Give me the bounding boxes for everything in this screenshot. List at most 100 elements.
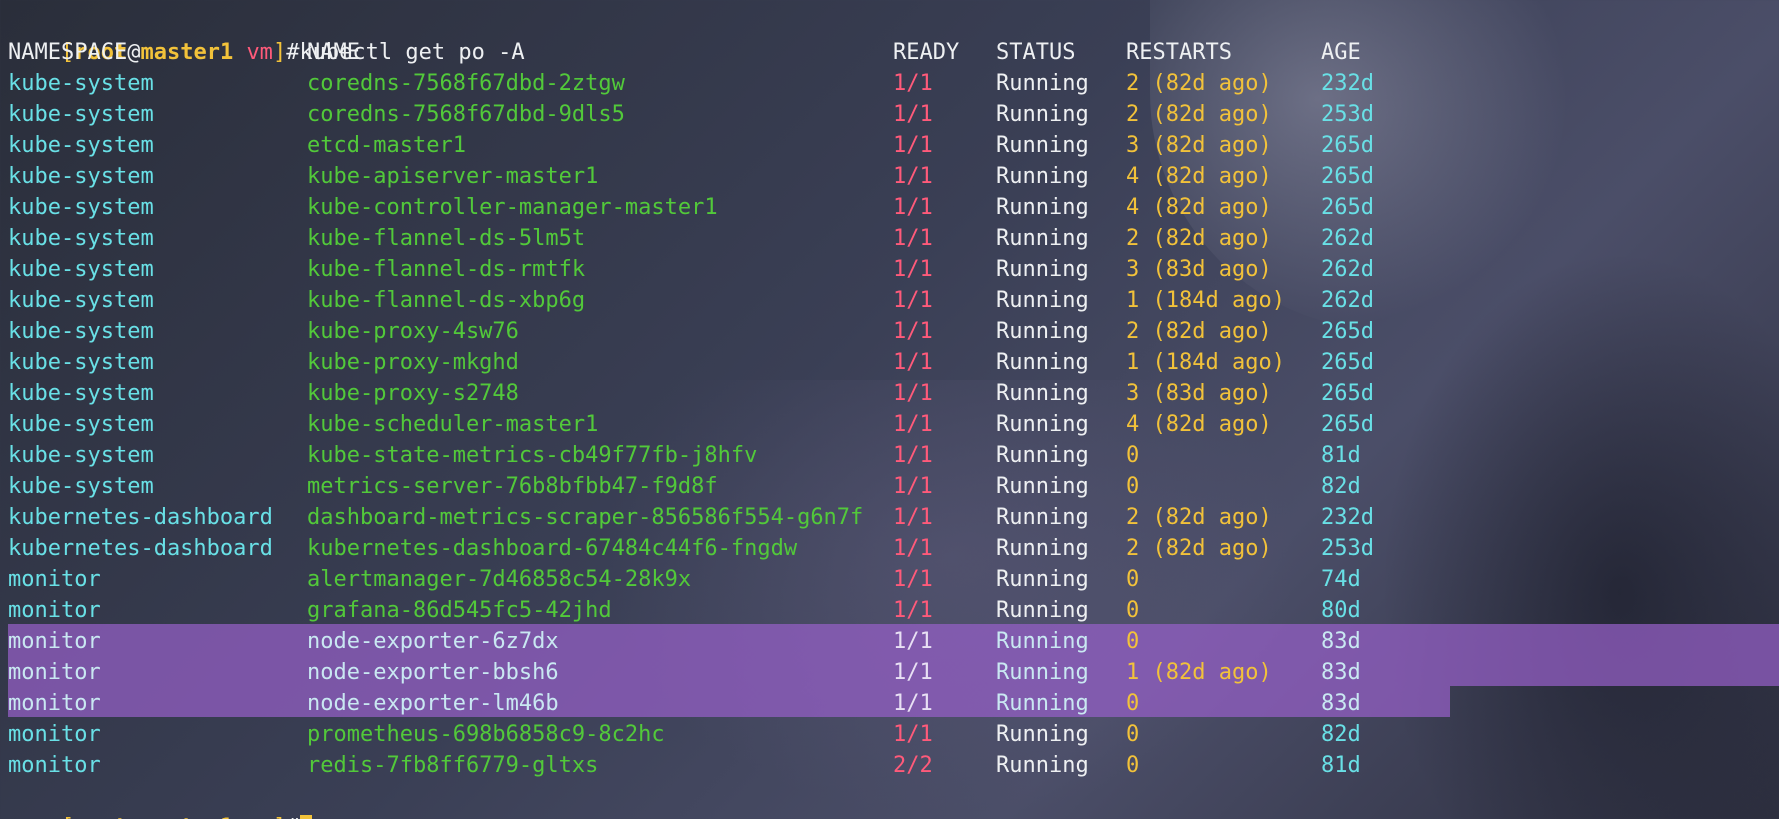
table-row: monitor alertmanager-7d46858c54-28k9x 1/1 R… [8, 564, 1768, 595]
pod-restarts: 3 (82d ago) [1126, 133, 1272, 158]
table-row: kube-system kube-scheduler-master1 1/1 Runn… [8, 409, 1768, 440]
table-row: kube-system kube-controller-manager-maste… [8, 192, 1768, 223]
prompt-close-bracket: ] [273, 815, 286, 819]
pod-status: Running [996, 288, 1089, 313]
header-status: STATUS [996, 40, 1076, 65]
pod-restarts: 4 (82d ago) [1126, 195, 1272, 220]
table-row: kube-system kube-proxy-s2748 1/1 Running 3 (… [8, 378, 1768, 409]
pod-ready: 1/1 [893, 381, 933, 406]
pod-restarts: 0 [1126, 443, 1140, 468]
pod-namespace: kube-system [8, 350, 154, 375]
header-name: NAME [307, 40, 360, 65]
pod-namespace: monitor [8, 598, 101, 623]
pod-ready: 1/1 [893, 691, 933, 716]
pod-namespace: kube-system [8, 412, 154, 437]
pod-namespace: monitor [8, 722, 101, 747]
pod-name: kube-controller-manager-master1 [307, 195, 718, 220]
pod-name: kube-state-metrics-cb49f77fb-j8hfv [307, 443, 758, 468]
pod-restarts: 1 (82d ago) [1126, 660, 1272, 685]
pod-status: Running [996, 536, 1089, 561]
pod-restarts: 1 (184d ago) [1126, 288, 1285, 313]
pod-name: alertmanager-7d46858c54-28k9x [307, 567, 692, 592]
pod-age: 74d [1321, 567, 1361, 592]
pod-restarts: 2 (82d ago) [1126, 536, 1272, 561]
pod-name: prometheus-698b6858c9-8c2hc [307, 722, 665, 747]
pod-age: 80d [1321, 598, 1361, 623]
pod-status: Running [996, 195, 1089, 220]
prompt-user: root [74, 815, 127, 819]
pod-restarts: 0 [1126, 567, 1140, 592]
pod-status: Running [996, 474, 1089, 499]
pod-status: Running [996, 164, 1089, 189]
pod-ready: 1/1 [893, 226, 933, 251]
prompt-at: @ [127, 815, 140, 819]
pod-age: 82d [1321, 722, 1361, 747]
pod-restarts: 0 [1126, 474, 1140, 499]
pod-status: Running [996, 133, 1089, 158]
pod-status: Running [996, 567, 1089, 592]
header-ready: READY [893, 40, 960, 65]
pod-ready: 1/1 [893, 164, 933, 189]
pod-namespace: kube-system [8, 474, 154, 499]
pod-status: Running [996, 71, 1089, 96]
pod-namespace: kube-system [8, 288, 154, 313]
header-restarts: RESTARTS [1126, 40, 1232, 65]
pod-name: kube-apiserver-master1 [307, 164, 599, 189]
table-row: kube-system metrics-server-76b8bfbb47-f9d… [8, 471, 1768, 502]
header-namespace: NAMESPACE [8, 40, 128, 65]
pod-status: Running [996, 226, 1089, 251]
pod-restarts: 2 (82d ago) [1126, 71, 1272, 96]
pod-namespace: kube-system [8, 71, 154, 96]
pod-name: redis-7fb8ff6779-gltxs [307, 753, 599, 778]
pod-restarts: 2 (82d ago) [1126, 102, 1272, 127]
pod-restarts: 3 (83d ago) [1126, 257, 1272, 282]
table-row: monitor prometheus-698b6858c9-8c2hc 1/1 Run… [8, 719, 1768, 750]
pod-name: node-exporter-6z7dx [307, 629, 559, 654]
pod-status: Running [996, 660, 1089, 685]
pod-age: 253d [1321, 102, 1374, 127]
pod-name: metrics-server-76b8bfbb47-f9d8f [307, 474, 718, 499]
terminal-window[interactable]: [root@master1 vm]#kubectl get po -A NAME… [0, 0, 1779, 819]
text-cursor [300, 815, 313, 819]
pod-namespace: monitor [8, 753, 101, 778]
pod-age: 262d [1321, 257, 1374, 282]
prompt-hash: # [286, 815, 299, 819]
pod-restarts: 0 [1126, 753, 1140, 778]
pod-name: dashboard-metrics-scraper-856586f554-g6n… [307, 505, 864, 530]
prompt-line[interactable]: [root@master1 vm]# [8, 781, 313, 819]
pod-ready: 1/1 [893, 71, 933, 96]
table-row: kube-system coredns-7568f67dbd-9dls5 1/1 Ru… [8, 99, 1768, 130]
pod-ready: 1/1 [893, 598, 933, 623]
pod-age: 82d [1321, 474, 1361, 499]
pod-age: 265d [1321, 164, 1374, 189]
table-row: kubernetes-dashboard dashboard-metrics-sc… [8, 502, 1768, 533]
prompt-host: master1 [140, 815, 233, 819]
table-row: kube-system etcd-master1 1/1 Running 3 (82d … [8, 130, 1768, 161]
pod-name: kube-flannel-ds-rmtfk [307, 257, 586, 282]
pod-name: kubernetes-dashboard-67484c44f6-fngdw [307, 536, 798, 561]
pod-namespace: monitor [8, 567, 101, 592]
pod-namespace: kube-system [8, 133, 154, 158]
table-row: kube-system kube-apiserver-master1 1/1 Runn… [8, 161, 1768, 192]
pod-name: node-exporter-bbsh6 [307, 660, 559, 685]
pod-age: 83d [1321, 691, 1361, 716]
pod-ready: 1/1 [893, 102, 933, 127]
pod-restarts: 2 (82d ago) [1126, 319, 1272, 344]
pod-status: Running [996, 753, 1089, 778]
pod-age: 83d [1321, 629, 1361, 654]
pod-ready: 2/2 [893, 753, 933, 778]
pod-namespace: kube-system [8, 226, 154, 251]
pod-age: 265d [1321, 319, 1374, 344]
pod-namespace: monitor [8, 660, 101, 685]
pod-namespace: kubernetes-dashboard [8, 505, 273, 530]
pod-ready: 1/1 [893, 660, 933, 685]
pod-restarts: 4 (82d ago) [1126, 164, 1272, 189]
pod-age: 232d [1321, 71, 1374, 96]
pod-status: Running [996, 691, 1089, 716]
pod-age: 81d [1321, 443, 1361, 468]
pod-status: Running [996, 319, 1089, 344]
pod-restarts: 1 (184d ago) [1126, 350, 1285, 375]
pod-restarts: 0 [1126, 691, 1140, 716]
pod-name: kube-proxy-s2748 [307, 381, 519, 406]
pod-namespace: monitor [8, 691, 101, 716]
